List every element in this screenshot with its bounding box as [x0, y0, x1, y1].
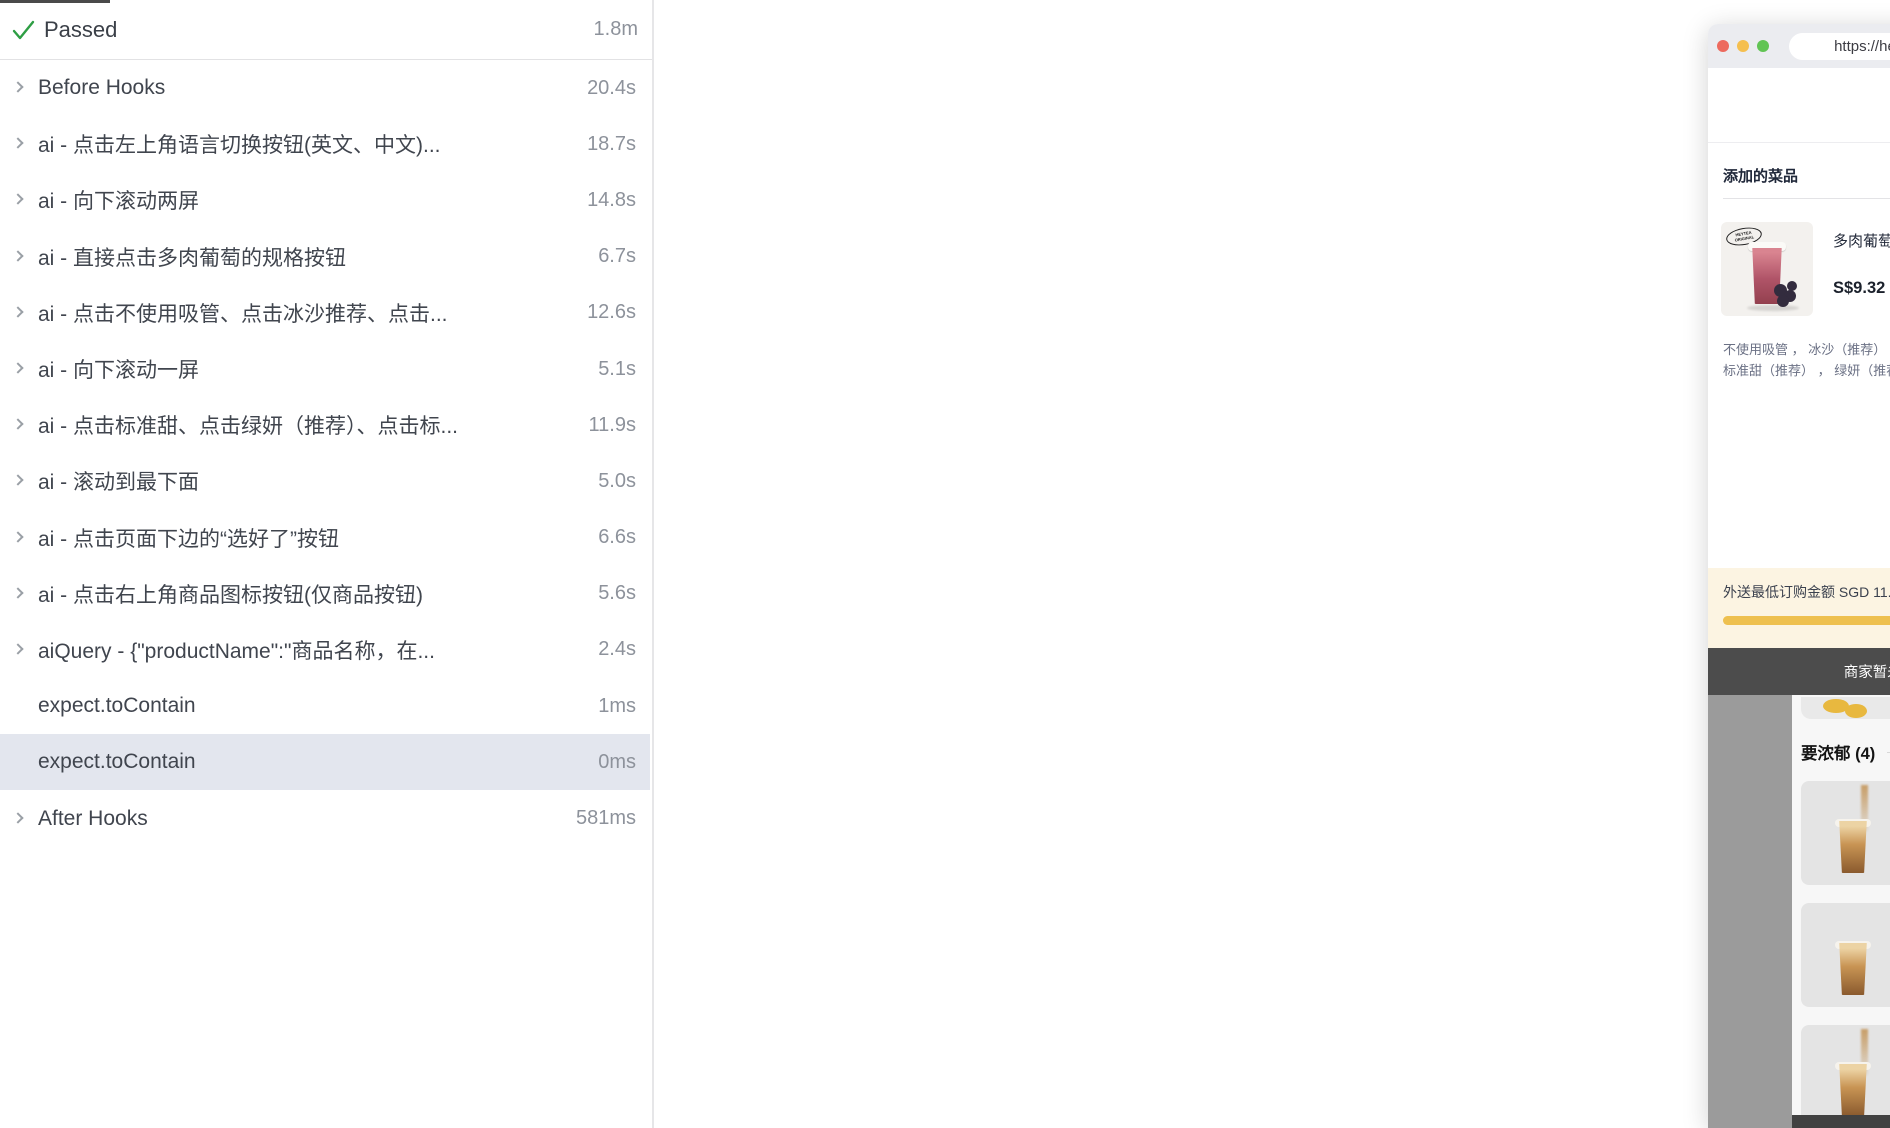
- options-line-2: 标准甜（推荐） ， 绿妍（推荐） ， 标准口味（推荐）: [1723, 360, 1890, 381]
- chevron-right-icon[interactable]: [12, 137, 26, 151]
- tab-edge-remnant: [0, 0, 110, 3]
- divider: [1708, 142, 1890, 143]
- step-duration: 6.6s: [598, 526, 636, 549]
- step-row-expect[interactable]: expect.toContain 1ms: [0, 678, 650, 734]
- step-label: ai - 滚动到最下面: [38, 466, 588, 496]
- chevron-right-icon[interactable]: [12, 306, 26, 320]
- step-row[interactable]: ai - 点击左上角语言切换按钮(英文、中文)... 18.7s: [0, 116, 650, 172]
- step-label: After Hooks: [38, 807, 566, 831]
- close-window-icon[interactable]: [1717, 40, 1729, 52]
- step-label: Before Hooks: [38, 76, 577, 100]
- menu-category-sidebar: [1708, 695, 1792, 1128]
- step-duration: 11.9s: [589, 414, 636, 437]
- chevron-right-icon[interactable]: [12, 587, 26, 601]
- step-duration: 2.4s: [598, 638, 636, 661]
- step-duration: 1ms: [598, 695, 636, 718]
- step-duration: 5.1s: [598, 358, 636, 381]
- chevron-right-icon[interactable]: [12, 643, 26, 657]
- step-duration: 0ms: [598, 751, 636, 774]
- step-label: ai - 点击左上角语言切换按钮(英文、中文)...: [38, 129, 577, 159]
- step-row[interactable]: ai - 点击标准甜、点击绿妍（推荐）、点击标... 11.9s: [0, 397, 650, 453]
- screenshot-preview-panel: https://heyteavivocity.meuu.onli... 您的购物…: [656, 0, 1890, 1128]
- step-label: ai - 点击右上角商品图标按钮(仅商品按钮): [38, 579, 588, 609]
- chevron-spacer: [12, 699, 26, 713]
- chevron-right-icon[interactable]: [12, 362, 26, 376]
- dimmed-menu-page: S$ 9.32 选规格 要浓郁 (4) 烤黑糖波波牛乳（首创） 2012年首创烤…: [1708, 695, 1890, 1128]
- chevron-spacer: [12, 755, 26, 769]
- step-label: ai - 点击标准甜、点击绿妍（推荐）、点击标...: [38, 410, 579, 440]
- chevron-right-icon[interactable]: [12, 81, 26, 95]
- category-header: 要浓郁 (4): [1801, 740, 1890, 764]
- step-duration: 20.4s: [587, 77, 636, 100]
- menu-item-image: [1801, 903, 1890, 1007]
- cart-item-image: HEYTEA ORIGINAL: [1721, 222, 1813, 316]
- cart-sheet-header: 您的购物车 ✕: [1708, 68, 1890, 142]
- min-order-banner: 外送最低订购金额 SGD 11.00: [1708, 568, 1890, 648]
- menu-item-image-cut: [1801, 697, 1890, 719]
- step-duration: 18.7s: [587, 133, 636, 156]
- chevron-right-icon[interactable]: [12, 193, 26, 207]
- checkout-bar-edge: [1792, 1115, 1890, 1128]
- divider: [1723, 198, 1890, 199]
- step-duration: 6.7s: [598, 245, 636, 268]
- status-duration: 1.8m: [594, 18, 638, 41]
- traffic-lights: [1717, 24, 1769, 68]
- step-label: ai - 向下滚动一屏: [38, 354, 588, 384]
- chevron-right-icon[interactable]: [12, 418, 26, 432]
- min-order-progress-fill: [1723, 616, 1890, 625]
- step-duration: 14.8s: [587, 189, 636, 212]
- step-label: ai - 向下滚动两屏: [38, 185, 577, 215]
- step-label: aiQuery - {"productName":"商品名称，在...: [38, 635, 588, 665]
- step-duration: 5.0s: [598, 470, 636, 493]
- step-row[interactable]: ai - 滚动到最下面 5.0s: [0, 453, 650, 509]
- cart-item-name: 多肉葡萄（首创）: [1833, 230, 1890, 251]
- added-items-heading: 添加的菜品: [1723, 165, 1890, 186]
- store-closed-toast: 商家暂未开通外卖和自取业务: [1708, 648, 1890, 695]
- step-row[interactable]: ai - 点击不使用吸管、点击冰沙推荐、点击... 12.6s: [0, 285, 650, 341]
- chevron-right-icon[interactable]: [12, 474, 26, 488]
- cart-item-price: S$9.32: [1833, 279, 1885, 298]
- chevron-right-icon[interactable]: [12, 250, 26, 264]
- maximize-window-icon[interactable]: [1757, 40, 1769, 52]
- cart-item-options: 不使用吸管 ， 冰沙（推荐） ， 正常冰（推荐） ， 标准甜（推荐） ， 绿妍（…: [1723, 339, 1890, 381]
- step-row-after-hooks[interactable]: After Hooks 581ms: [0, 790, 650, 846]
- menu-item-image: [1801, 1025, 1890, 1128]
- chevron-right-icon[interactable]: [12, 812, 26, 826]
- chevron-right-icon[interactable]: [12, 531, 26, 545]
- options-line-1: 不使用吸管 ， 冰沙（推荐） ， 正常冰（推荐） ，: [1723, 339, 1890, 360]
- step-duration: 5.6s: [598, 582, 636, 605]
- test-status-row: Passed 1.8m: [0, 0, 652, 60]
- menu-item-image: [1801, 781, 1890, 885]
- step-duration: 581ms: [576, 807, 636, 830]
- step-label: expect.toContain: [38, 694, 588, 718]
- step-duration: 12.6s: [587, 301, 636, 324]
- cart-title: 您的购物车: [1708, 93, 1890, 120]
- step-row-expect-selected[interactable]: expect.toContain 0ms: [0, 734, 650, 790]
- phone-browser-mockup: https://heyteavivocity.meuu.onli... 您的购物…: [1708, 24, 1890, 1128]
- step-row[interactable]: ai - 点击右上角商品图标按钮(仅商品按钮) 5.6s: [0, 566, 650, 622]
- step-row[interactable]: ai - 点击页面下边的“选好了”按钮 6.6s: [0, 510, 650, 566]
- step-label: ai - 点击页面下边的“选好了”按钮: [38, 523, 588, 553]
- min-order-progress-track: [1723, 616, 1890, 625]
- status-label: Passed: [44, 17, 594, 43]
- browser-chrome-bar: https://heyteavivocity.meuu.onli...: [1708, 24, 1890, 68]
- step-row[interactable]: ai - 向下滚动两屏 14.8s: [0, 172, 650, 228]
- step-row[interactable]: ai - 向下滚动一屏 5.1s: [0, 341, 650, 397]
- step-row-before-hooks[interactable]: Before Hooks 20.4s: [0, 60, 650, 116]
- test-steps-list: Before Hooks 20.4s ai - 点击左上角语言切换按钮(英文、中…: [0, 60, 650, 847]
- step-label: expect.toContain: [38, 750, 588, 774]
- step-row-aiquery[interactable]: aiQuery - {"productName":"商品名称，在... 2.4s: [0, 622, 650, 678]
- url-bar[interactable]: https://heyteavivocity.meuu.onli...: [1789, 33, 1890, 60]
- test-report-panel: Passed 1.8m Before Hooks 20.4s ai - 点击左上…: [0, 0, 654, 1128]
- step-label: ai - 点击不使用吸管、点击冰沙推荐、点击...: [38, 298, 577, 328]
- step-row[interactable]: ai - 直接点击多肉葡萄的规格按钮 6.7s: [0, 229, 650, 285]
- category-title: 要浓郁 (4): [1801, 740, 1875, 764]
- minimize-window-icon[interactable]: [1737, 40, 1749, 52]
- check-icon: [8, 15, 38, 45]
- step-label: ai - 直接点击多肉葡萄的规格按钮: [38, 242, 588, 272]
- min-order-text: 外送最低订购金额 SGD 11.00: [1723, 582, 1890, 602]
